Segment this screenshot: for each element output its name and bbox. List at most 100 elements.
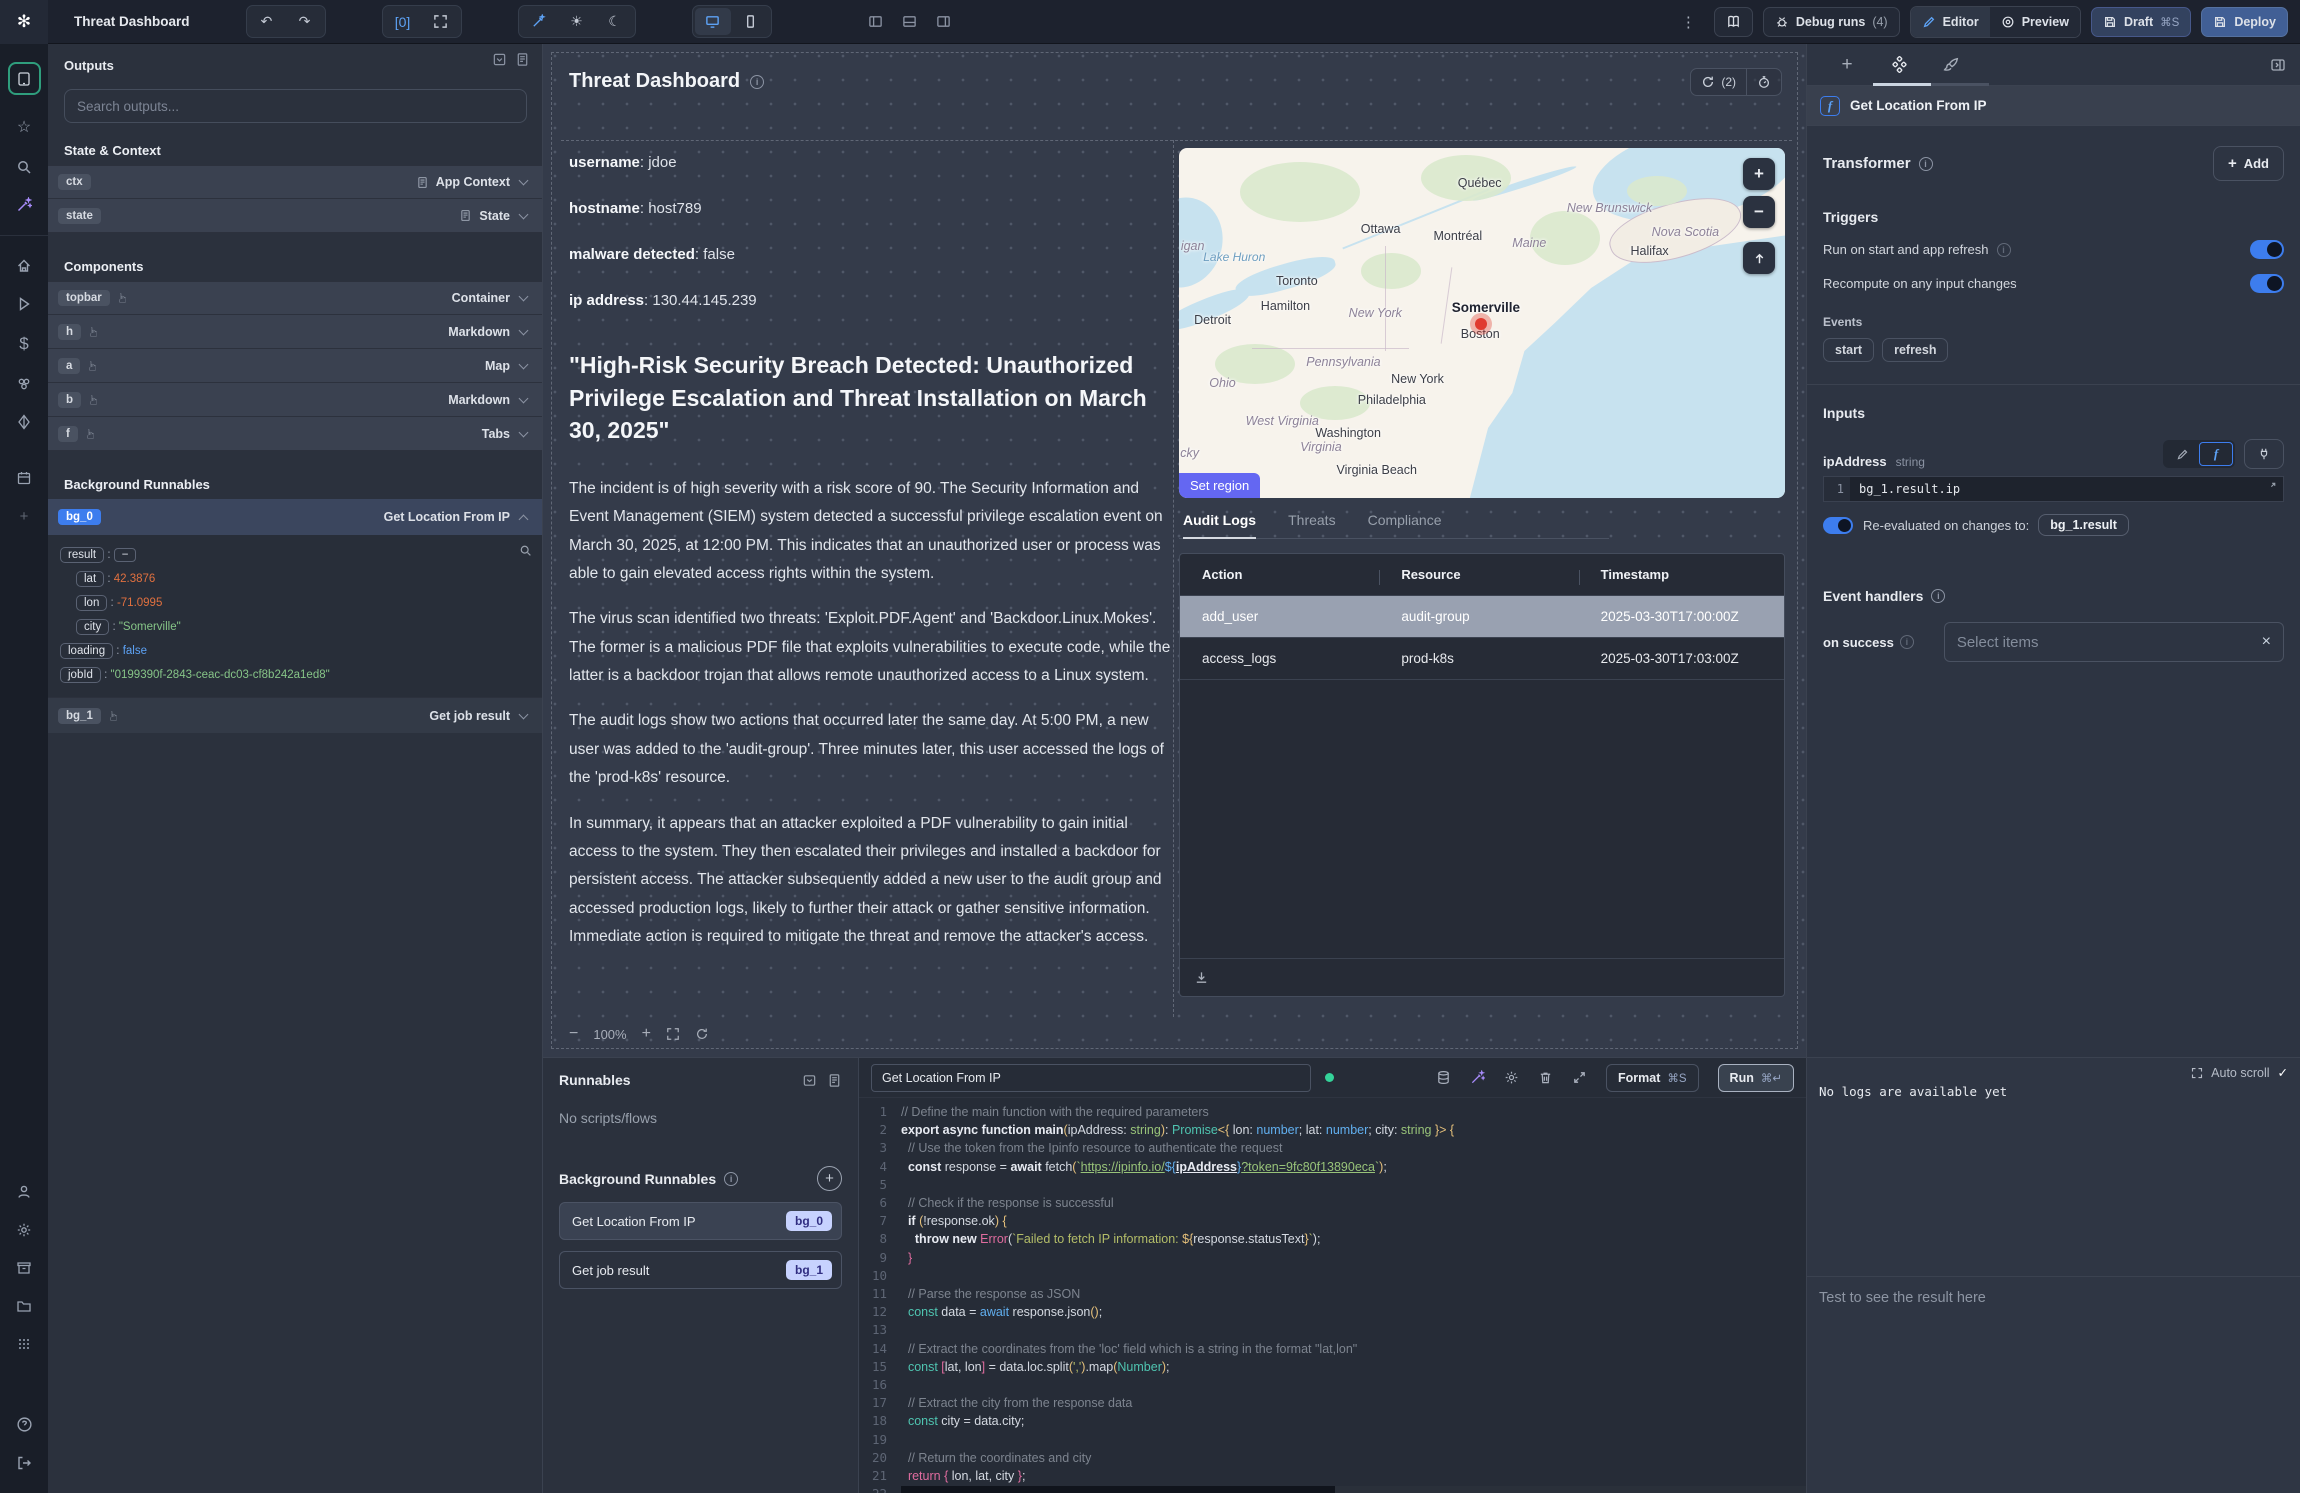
apps-nav-icon[interactable] (8, 62, 41, 95)
search-icon[interactable] (16, 159, 32, 175)
collapse-panel-icon[interactable] (802, 1073, 817, 1088)
mobile-view-icon[interactable] (733, 8, 769, 35)
fit-view-icon[interactable] (423, 8, 459, 35)
styling-tab[interactable] (1925, 56, 1977, 73)
canvas-reset-icon[interactable] (695, 1027, 709, 1041)
toggle-right-panel-icon[interactable] (936, 14, 951, 29)
json-key[interactable]: jobId (60, 667, 101, 683)
toggle-bottom-panel-icon[interactable] (902, 14, 917, 29)
home-nav-icon[interactable] (16, 258, 32, 274)
workspace-archive-icon[interactable] (16, 1260, 32, 1276)
column-header[interactable]: Resource (1379, 567, 1578, 582)
expand-expression-icon[interactable] (2265, 481, 2277, 493)
reeval-toggle[interactable] (1823, 517, 1853, 534)
tab-compliance[interactable]: Compliance (1368, 512, 1442, 538)
help-icon[interactable] (16, 1416, 33, 1433)
chevron-down-icon[interactable] (519, 292, 529, 302)
refresh-app-button[interactable]: (2) (1691, 75, 1746, 89)
chevron-down-icon[interactable] (519, 709, 529, 719)
output-id-chip[interactable]: f (58, 426, 78, 442)
output-id-chip[interactable]: topbar (58, 290, 110, 306)
static-mode-icon[interactable] (2165, 442, 2199, 466)
json-value[interactable]: − (114, 548, 137, 562)
draft-button[interactable]: Draft⌘S (2091, 7, 2191, 37)
logout-icon[interactable] (16, 1455, 32, 1471)
expand-editor-icon[interactable] (1572, 1070, 1587, 1085)
add-runnable-button[interactable]: + (817, 1166, 842, 1191)
autoscroll-check-icon[interactable]: ✓ (2278, 1065, 2288, 1080)
output-row-h[interactable]: h☞Markdown (48, 315, 542, 349)
app-canvas[interactable]: Threat Dashboardi (2) username: jdoehost… (543, 44, 1806, 1057)
format-button[interactable]: Format⌘S (1606, 1064, 1699, 1092)
editor-settings-icon[interactable] (1504, 1070, 1519, 1085)
output-row-f[interactable]: f☞Tabs (48, 417, 542, 451)
output-row-state[interactable]: stateState (48, 199, 542, 233)
map-zoom-out-button[interactable]: − (1743, 196, 1775, 228)
column-header[interactable]: Timestamp (1579, 567, 1778, 582)
insert-component-tab[interactable]: + (1821, 54, 1873, 76)
map-zoom-in-button[interactable]: + (1743, 158, 1775, 190)
chevron-down-icon[interactable] (519, 427, 529, 437)
collapse-right-panel-icon[interactable] (2270, 57, 2286, 73)
canvas-zoom-out-icon[interactable]: − (569, 1025, 578, 1043)
debug-runs-button[interactable]: Debug runs(4) (1763, 7, 1900, 37)
dark-mode-icon[interactable]: ☾ (597, 8, 633, 35)
event-chip-start[interactable]: start (1823, 338, 1874, 362)
folders-nav-icon[interactable] (16, 1298, 32, 1314)
runnable-item[interactable]: Get job resultbg_1 (559, 1251, 842, 1289)
table-row[interactable]: add_useraudit-group2025-03-30T17:00:00Z (1180, 596, 1784, 638)
favorites-icon[interactable]: ☆ (17, 117, 31, 137)
output-row-a[interactable]: a☞Map (48, 349, 542, 383)
recompute-timer-icon[interactable] (1747, 75, 1781, 89)
run-button[interactable]: Run⌘↵ (1718, 1064, 1794, 1092)
cache-db-icon[interactable] (1436, 1070, 1451, 1085)
tab-audit-logs[interactable]: Audit Logs (1183, 512, 1256, 539)
output-row-ctx[interactable]: ctxApp Context (48, 165, 542, 199)
chevron-down-icon[interactable] (519, 209, 529, 219)
workers-grid-icon[interactable] (16, 1336, 32, 1352)
canvas-fit-icon[interactable] (666, 1027, 680, 1041)
markdown-component-b[interactable]: The incident is of high severity with a … (569, 475, 1171, 951)
expr-code[interactable]: bg_1.result.ip (1850, 482, 1960, 496)
bg0-output-row[interactable]: bg_0 Get Location From IP (48, 499, 542, 535)
dependency-chip[interactable]: bg_1.result (2038, 514, 2129, 536)
desktop-view-icon[interactable] (695, 8, 731, 35)
add-nav-icon[interactable]: + (20, 508, 29, 525)
json-key[interactable]: loading (60, 643, 113, 659)
bg0-id-chip[interactable]: bg_0 (58, 509, 101, 525)
event-chip-refresh[interactable]: refresh (1882, 338, 1948, 362)
more-menu-icon[interactable]: ⋮ (1673, 13, 1704, 31)
runnables-doc-icon[interactable] (827, 1073, 842, 1088)
calendar-nav-icon[interactable] (16, 470, 32, 486)
table-row[interactable]: access_logsprod-k8s2025-03-30T17:03:00Z (1180, 638, 1784, 680)
code-hscrollbar[interactable] (901, 1486, 1806, 1493)
runnable-item[interactable]: Get Location From IPbg_0 (559, 1202, 842, 1240)
code-area[interactable]: 1// Define the main function with the re… (859, 1098, 1806, 1493)
search-outputs-input[interactable] (64, 89, 527, 123)
docs-button[interactable] (1714, 7, 1753, 37)
bg1-id-chip[interactable]: bg_1 (58, 708, 101, 724)
runnable-name-input[interactable] (871, 1064, 1311, 1092)
output-id-chip[interactable]: b (58, 392, 81, 408)
set-region-button[interactable]: Set region (1179, 473, 1260, 498)
schedules-nav-icon[interactable] (16, 414, 32, 430)
run-on-start-toggle[interactable] (2250, 240, 2284, 259)
json-key[interactable]: lat (76, 571, 104, 587)
recompute-toggle[interactable] (2250, 274, 2284, 293)
runs-nav-icon[interactable] (16, 296, 32, 312)
ai-wand-icon[interactable] (521, 8, 557, 35)
chevron-down-icon[interactable] (519, 359, 529, 369)
windmill-logo[interactable]: ✻ (0, 0, 48, 44)
dock-panel-icon[interactable] (492, 52, 507, 67)
output-id-chip[interactable]: ctx (58, 174, 91, 190)
bg1-output-row[interactable]: bg_1 ☞ Get job result (48, 697, 542, 733)
deploy-button[interactable]: Deploy (2201, 7, 2288, 37)
undo-button[interactable]: ↶ (249, 8, 285, 35)
settings-gear-icon[interactable] (16, 1222, 32, 1238)
variables-nav-icon[interactable]: $ (19, 334, 28, 354)
json-key[interactable]: city (76, 619, 109, 635)
chevron-down-icon[interactable] (519, 176, 529, 186)
table-download-icon[interactable] (1194, 970, 1209, 985)
map-component[interactable]: QuébecOttawaMontréalNew BrunswickNova Sc… (1179, 148, 1785, 498)
toggle-left-panel-icon[interactable] (868, 14, 883, 29)
